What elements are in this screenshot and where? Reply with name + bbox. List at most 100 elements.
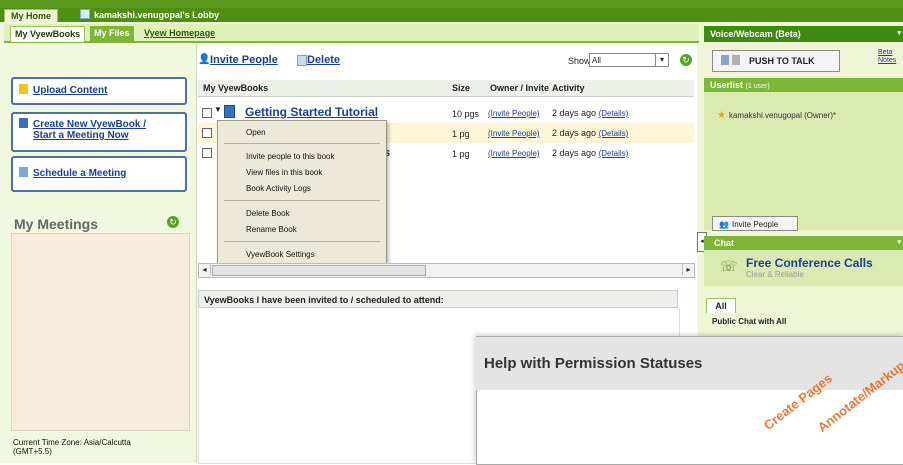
ad-subtitle: Clear & Reliable xyxy=(746,270,804,279)
chevron-down-icon: ▾ xyxy=(655,54,668,66)
tab-lobby-label: kamakshi.venugopal's Lobby xyxy=(94,10,220,20)
ad-title[interactable]: Free Conference Calls xyxy=(746,256,873,270)
menu-item-activity-logs[interactable]: Book Activity Logs xyxy=(246,184,311,193)
show-filter-value: All xyxy=(592,56,601,65)
details-link[interactable]: (Details) xyxy=(599,109,629,118)
push-to-talk-button[interactable]: PUSH TO TALK xyxy=(712,50,840,72)
upload-content-button[interactable]: Upload Content xyxy=(11,77,187,105)
activity-text: 2 days ago xyxy=(552,148,597,158)
book-context-menu: Open Invite people to this book View fil… xyxy=(217,120,387,267)
voice-webcam-header[interactable]: Voice/Webcam (Beta) ▾ xyxy=(704,26,903,42)
sub-tab-bar: My VyewBooks My Files Vyew Homepage xyxy=(4,24,699,43)
details-link[interactable]: (Details) xyxy=(599,149,629,158)
push-to-talk-label: PUSH TO TALK xyxy=(749,56,815,66)
menu-item-view-files[interactable]: View files in this book xyxy=(246,168,322,177)
user-name: kamakshi.venugopal (Owner)* xyxy=(728,111,837,120)
userlist-title: Userlist xyxy=(710,80,744,90)
chat-header[interactable]: Chat ▾ xyxy=(704,236,903,250)
phone-icon: ☏ xyxy=(720,258,738,274)
create-label-line1: Create New VyewBook / xyxy=(33,119,147,130)
invite-people-link[interactable]: (Invite People) xyxy=(488,109,540,118)
show-filter-select[interactable]: All ▾ xyxy=(589,53,669,67)
tab-vyew-homepage[interactable]: Vyew Homepage xyxy=(140,26,219,41)
help-title: Help with Permission Statuses xyxy=(484,355,703,372)
book-size: 1 pg xyxy=(452,129,470,139)
microphone-icon xyxy=(732,55,740,65)
public-chat-label: Public Chat with All xyxy=(712,317,787,326)
details-link[interactable]: (Details) xyxy=(599,129,629,138)
create-vyewbook-button[interactable]: Create New VyewBook / Start a Meeting No… xyxy=(11,112,187,152)
userlist-count: (1 user) xyxy=(745,83,770,90)
userlist-header: Userlist (1 user) xyxy=(704,78,903,92)
tab-my-home[interactable]: My Home xyxy=(4,9,59,23)
upload-icon xyxy=(19,84,28,94)
calendar-icon xyxy=(19,167,28,177)
panel-menu-icon[interactable]: ▾ xyxy=(897,26,901,42)
refresh-icon[interactable]: ↻ xyxy=(680,54,692,66)
my-meetings-title: My Meetings xyxy=(14,216,99,232)
col-owner: Owner / Invite xyxy=(490,83,550,93)
lobby-icon xyxy=(80,9,90,19)
people-icon: 👥 xyxy=(719,220,729,229)
timezone-line2: (GMT+5.5) xyxy=(13,447,52,456)
menu-item-settings[interactable]: VyewBook Settings xyxy=(246,250,315,259)
meetings-refresh-icon[interactable]: ↻ xyxy=(167,216,179,228)
book-activity: 2 days ago (Details) xyxy=(552,148,628,158)
speaker-icon xyxy=(721,55,729,65)
menu-item-delete[interactable]: Delete Book xyxy=(246,209,290,218)
row-checkbox[interactable] xyxy=(202,128,212,138)
menu-divider xyxy=(224,241,380,242)
tab-my-vyewbooks[interactable]: My VyewBooks xyxy=(10,26,86,42)
meetings-list xyxy=(11,233,190,431)
menu-item-rename[interactable]: Rename Book xyxy=(246,225,297,234)
menu-item-open[interactable]: Open xyxy=(246,128,266,137)
book-title[interactable]: Getting Started Tutorial xyxy=(245,105,378,119)
delete-link[interactable]: Delete xyxy=(307,54,340,66)
scroll-left-icon[interactable]: ◂ xyxy=(199,264,211,275)
invite-people-link[interactable]: Invite People xyxy=(210,54,278,66)
scroll-right-icon[interactable]: ▸ xyxy=(682,264,694,275)
book-activity: 2 days ago (Details) xyxy=(552,108,628,118)
invited-books-header: VyewBooks I have been invited to / sched… xyxy=(198,290,678,308)
top-strip xyxy=(0,0,903,8)
col-activity: Activity xyxy=(552,83,585,93)
activity-text: 2 days ago xyxy=(552,128,597,138)
invite-people-link[interactable]: (Invite People) xyxy=(488,129,540,138)
books-toolbar: 👤 Invite People Delete Show: All ▾ ↻ xyxy=(198,52,694,70)
books-table-header: My VyewBooks Size Owner / Invite Activit… xyxy=(198,80,694,97)
menu-divider xyxy=(224,143,380,144)
tab-lobby[interactable]: kamakshi.venugopal's Lobby xyxy=(74,9,225,22)
menu-divider xyxy=(224,200,380,201)
tab-my-files[interactable]: My Files xyxy=(90,26,134,41)
row-menu-arrow-icon[interactable]: ▼ xyxy=(214,105,222,114)
book-icon xyxy=(224,105,235,118)
upload-content-label: Upload Content xyxy=(33,85,108,96)
delete-icon xyxy=(297,55,307,66)
book-size: 1 pg xyxy=(452,149,470,159)
book-activity: 2 days ago (Details) xyxy=(552,128,628,138)
horizontal-scrollbar[interactable]: ◂ ▸ xyxy=(198,263,695,278)
timezone-line1: Current Time Zone: Asia/Calcutta xyxy=(13,438,131,447)
scroll-thumb[interactable] xyxy=(212,265,426,276)
invite-people-button[interactable]: 👥 Invite People xyxy=(712,216,798,231)
owner-star-icon: ★ xyxy=(717,110,726,121)
panel-menu-icon[interactable]: ▾ xyxy=(897,236,901,250)
schedule-meeting-button[interactable]: Schedule a Meeting xyxy=(11,156,187,192)
activity-text: 2 days ago xyxy=(552,108,597,118)
create-label-line2: Start a Meeting Now xyxy=(33,130,129,141)
beta-notes-link[interactable]: Beta Notes xyxy=(878,49,896,65)
chat-title: Chat xyxy=(714,238,734,248)
beta-line1: Beta xyxy=(878,49,893,56)
invite-people-label: Invite People xyxy=(731,220,779,229)
menu-item-invite[interactable]: Invite people to this book xyxy=(246,152,335,161)
top-tab-row: My Home kamakshi.venugopal's Lobby xyxy=(0,8,903,23)
user-item[interactable]: ★ kamakshi.venugopal (Owner)* xyxy=(717,110,836,121)
people-icon: 👤 xyxy=(198,54,211,65)
row-checkbox[interactable] xyxy=(202,108,212,118)
book-size: 10 pgs xyxy=(452,109,480,119)
invite-people-link[interactable]: (Invite People) xyxy=(488,149,540,158)
timezone-info: Current Time Zone: Asia/Calcutta (GMT+5.5… xyxy=(13,438,193,456)
voice-webcam-title: Voice/Webcam (Beta) xyxy=(710,29,801,39)
row-checkbox[interactable] xyxy=(202,148,212,158)
chat-tab-all[interactable]: All xyxy=(706,298,736,313)
